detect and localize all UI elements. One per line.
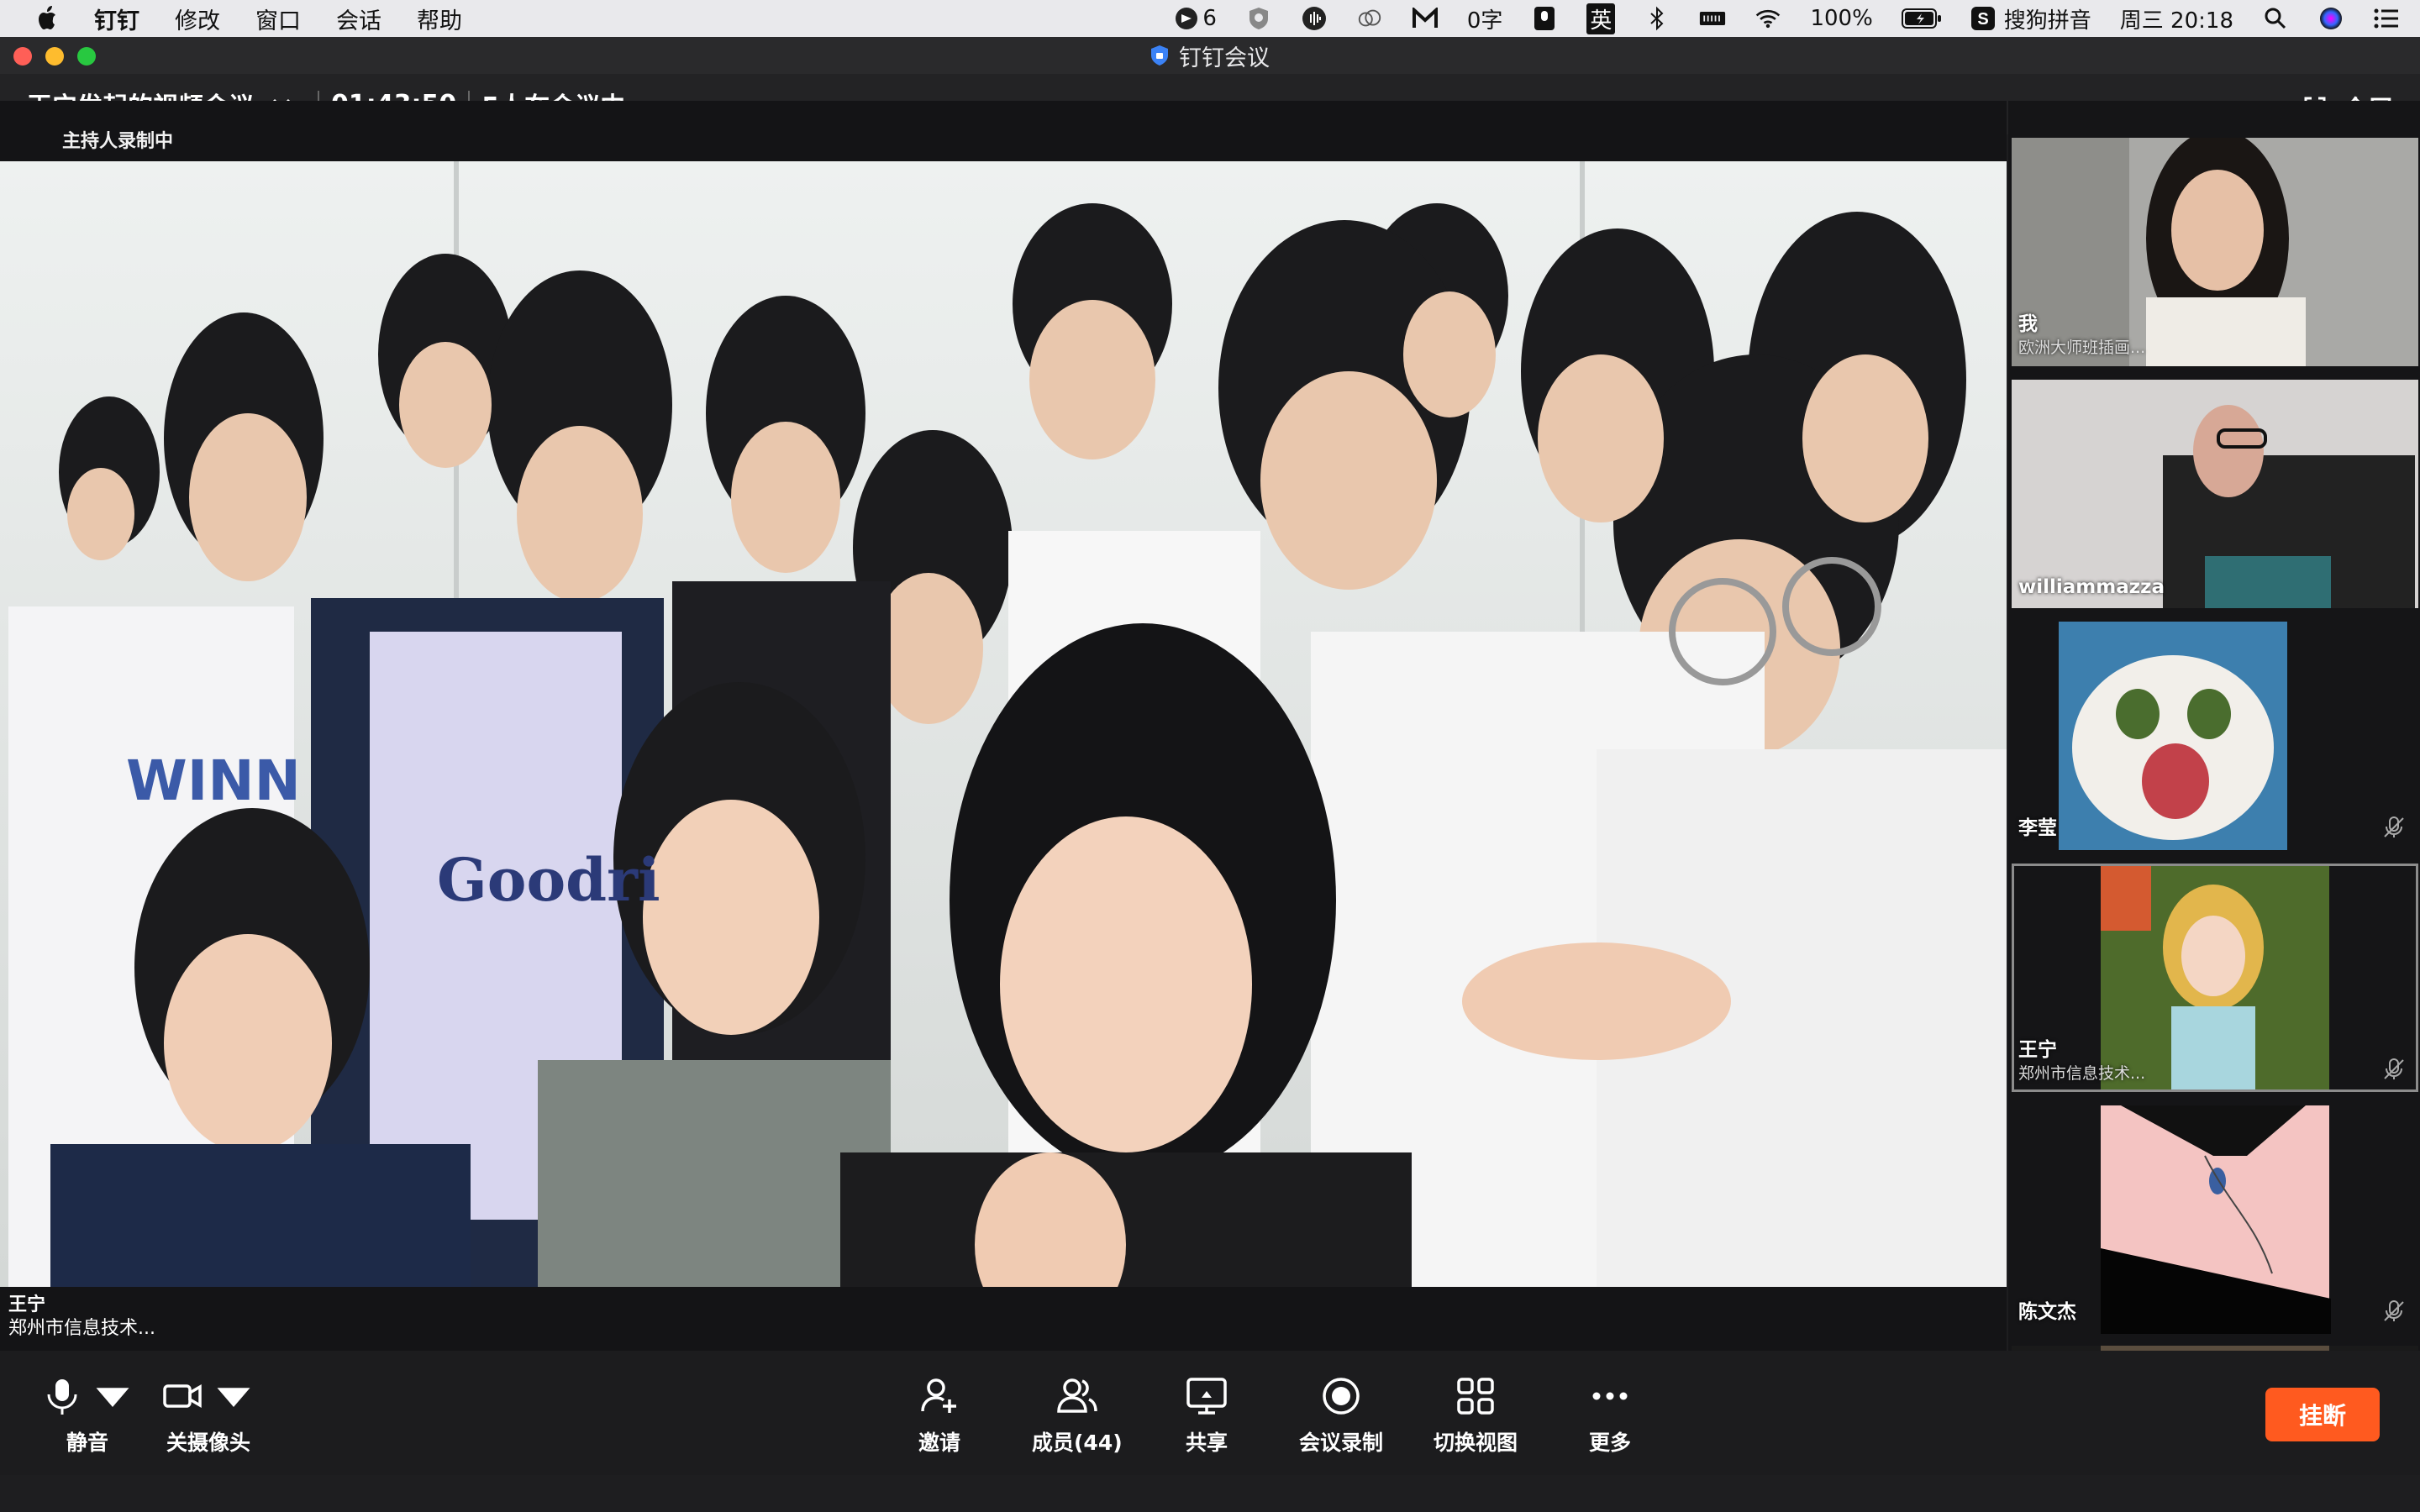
microphone-status-icon[interactable] [1531, 5, 1558, 32]
more-dots-icon [1592, 1392, 1628, 1400]
menu-app-name[interactable]: 钉钉 [94, 3, 139, 35]
close-window-button[interactable] [13, 47, 32, 66]
record-icon [1323, 1378, 1360, 1415]
members-label: 成员(44) [1032, 1431, 1123, 1455]
memory-icon[interactable] [1699, 5, 1726, 32]
participant-tile[interactable]: williammazza [2012, 380, 2418, 608]
menu-session[interactable]: 会话 [336, 3, 381, 35]
participant-gallery: 我 欧洲大师班插画... williammazza 李莹 王宁 郑州市信息技术.… [2008, 101, 2420, 1351]
mute-label: 静音 [66, 1431, 108, 1455]
participant-name: 我 [2018, 313, 2038, 335]
participant-name: williammazza [2018, 576, 2165, 598]
zoom-window-button[interactable] [77, 47, 96, 66]
grid-view-icon [1457, 1378, 1494, 1415]
camera-label: 关摄像头 [166, 1431, 250, 1455]
record-button[interactable]: 会议录制 [1299, 1374, 1383, 1457]
char-count: 0字 [1466, 8, 1503, 34]
participant-tile-active[interactable]: 王宁 郑州市信息技术... [2012, 864, 2418, 1092]
window-controls [13, 47, 96, 66]
camera-off-button[interactable]: 关摄像头 [161, 1374, 255, 1457]
bluetooth-icon[interactable] [1644, 5, 1670, 32]
members-icon [1057, 1378, 1097, 1413]
speaker-video[interactable]: Goodri WINN [0, 161, 2007, 1287]
cloud-icon[interactable] [1356, 5, 1383, 32]
wifi-icon[interactable] [1754, 5, 1781, 32]
mute-button[interactable]: 静音 [40, 1374, 134, 1457]
svg-text:Goodri: Goodri [437, 845, 660, 915]
menu-help[interactable]: 帮助 [417, 3, 462, 35]
waveform-icon[interactable] [1301, 5, 1328, 32]
svg-text:S: S [1977, 10, 1988, 29]
members-button[interactable]: 成员(44) [1032, 1374, 1123, 1457]
battery-icon[interactable] [1901, 5, 1942, 32]
participant-avatar [2012, 864, 2418, 1092]
participant-avatar [2012, 622, 2418, 850]
shield-status-icon[interactable] [1245, 5, 1272, 32]
status-badge-count: 6 [1202, 6, 1217, 31]
app-status-icon [1176, 8, 1198, 29]
menu-edit[interactable]: 修改 [175, 3, 220, 35]
muted-mic-icon [2384, 1300, 2404, 1321]
secure-shield-icon [1151, 45, 1168, 66]
participant-org: 欧洲大师班插画... [2018, 339, 2146, 357]
microphone-icon [47, 1379, 77, 1415]
camera-icon [163, 1383, 202, 1409]
sogou-icon: S [1970, 7, 1995, 30]
participant-org: 郑州市信息技术... [2018, 1064, 2146, 1083]
muted-mic-icon [2384, 816, 2404, 837]
participant-tile[interactable]: 我 欧洲大师班插画... [2012, 138, 2418, 366]
group-photo-video-frame: Goodri WINN [0, 161, 2007, 1287]
mac-menu-bar: 钉钉 修改 窗口 会话 帮助 6 0字 英 100% S 搜狗拼音 周三 20:… [0, 0, 2420, 37]
invite-button[interactable]: 邀请 [918, 1374, 961, 1457]
window-titlebar: 钉钉会议 [0, 37, 2420, 74]
status-badge[interactable]: 6 [1174, 6, 1217, 31]
clock[interactable]: 周三 20:18 [2120, 3, 2233, 34]
muted-mic-icon [2384, 1058, 2404, 1079]
apple-icon[interactable] [34, 4, 62, 33]
m-app-icon[interactable] [1412, 5, 1439, 32]
minimize-window-button[interactable] [45, 47, 64, 66]
recording-indicator: 主持人录制中 [62, 131, 174, 152]
record-label: 会议录制 [1299, 1431, 1384, 1455]
share-button[interactable]: 共享 [1185, 1374, 1228, 1457]
battery-percent: 100% [1810, 6, 1873, 31]
share-screen-icon [1186, 1378, 1227, 1415]
participant-tile[interactable]: 李莹 [2012, 622, 2418, 850]
participant-tile[interactable]: 陈文杰 [2012, 1105, 2418, 1334]
hangup-button[interactable]: 挂断 [2265, 1388, 2380, 1441]
notification-center-icon[interactable] [2373, 5, 2400, 32]
participant-name: 王宁 [2018, 1039, 2057, 1061]
switch-view-label: 切换视图 [1434, 1431, 1518, 1455]
ime-indicator[interactable]: S 搜狗拼音 [1970, 3, 2091, 34]
input-lang-badge[interactable]: 英 [1586, 3, 1616, 34]
main-video-stage: 主持人录制中 Goodri WINN 王宁 郑州市信息技术... [0, 101, 2007, 1351]
meeting-toolbar: 静音 关摄像头 邀请 成员(44) 共享 会议录制 切换视图 更多 挂断 [0, 1351, 2420, 1475]
ime-label: 搜狗拼音 [2003, 8, 2091, 34]
share-label: 共享 [1185, 1431, 1228, 1455]
caret-down-icon[interactable] [212, 1374, 255, 1418]
speaker-name-tag: 王宁 郑州市信息技术... [8, 1294, 155, 1341]
menu-window[interactable]: 窗口 [255, 3, 301, 35]
caret-down-icon[interactable] [91, 1374, 134, 1418]
switch-view-button[interactable]: 切换视图 [1434, 1374, 1518, 1457]
participant-video [2012, 138, 2418, 366]
add-user-icon [921, 1378, 956, 1413]
window-title: 钉钉会议 [1179, 45, 1270, 71]
invite-label: 邀请 [918, 1431, 960, 1455]
svg-text:WINN: WINN [126, 748, 301, 813]
more-button[interactable]: 更多 [1588, 1374, 1632, 1457]
spotlight-search-icon[interactable] [2262, 5, 2289, 32]
siri-icon[interactable] [2317, 5, 2344, 32]
participant-name: 李莹 [2018, 817, 2057, 839]
speaker-name: 王宁 [8, 1294, 46, 1315]
more-label: 更多 [1588, 1431, 1631, 1455]
speaker-org: 郑州市信息技术... [8, 1318, 155, 1339]
participant-name: 陈文杰 [2018, 1301, 2076, 1323]
participant-video [2012, 380, 2418, 608]
